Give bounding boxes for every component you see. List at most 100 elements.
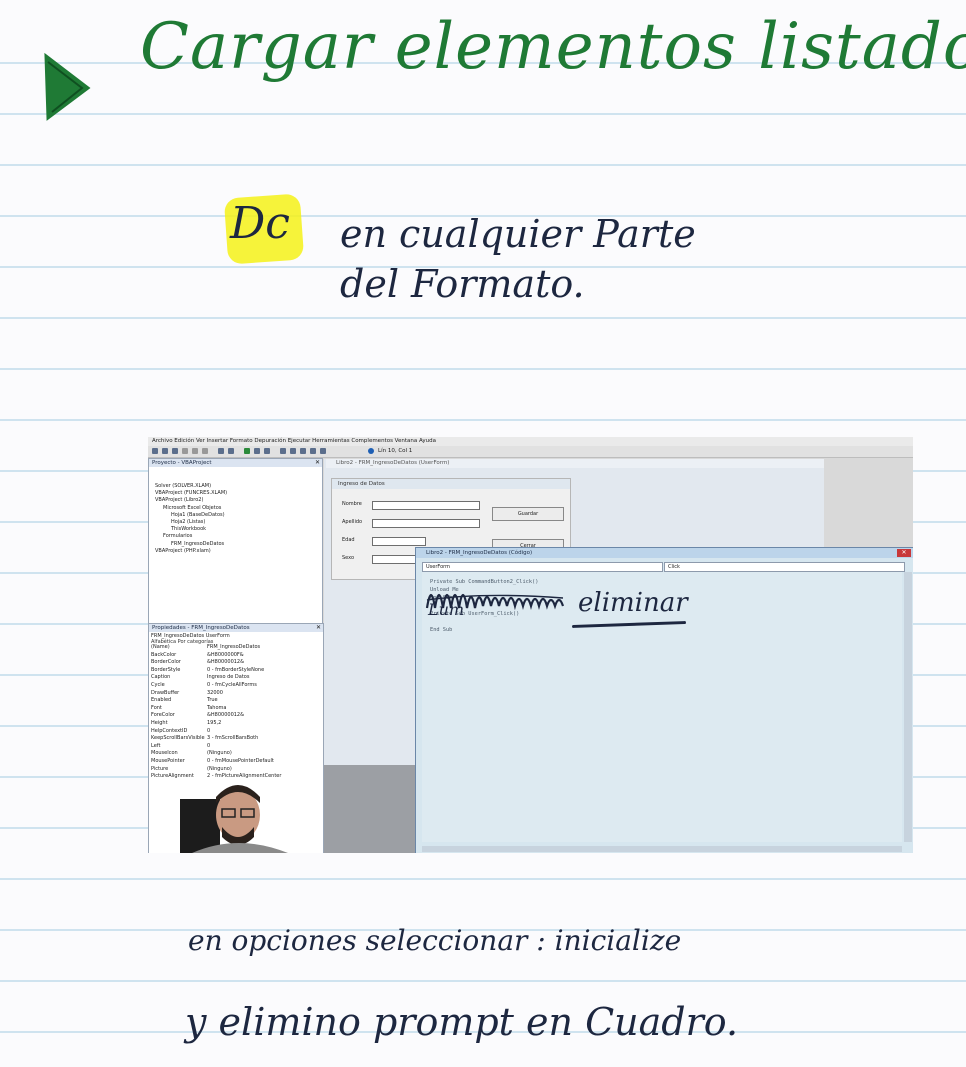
property-name: Height	[151, 719, 168, 726]
property-value[interactable]: &H80000012&	[207, 712, 244, 720]
close-icon[interactable]: ✕	[316, 624, 321, 632]
properties-icon[interactable]	[300, 448, 306, 454]
form-label: Apellido	[342, 519, 363, 525]
property-name: Enabled	[151, 697, 172, 704]
presenter-webcam	[180, 785, 288, 853]
object-combo[interactable]: UserForm	[422, 562, 663, 572]
property-name: BorderStyle	[151, 666, 181, 673]
property-row[interactable]: Caption Ingreso de Datos	[151, 674, 281, 682]
close-icon[interactable]: ✕	[897, 549, 911, 557]
property-value[interactable]: 0 - fmCycleAllForms	[207, 682, 257, 690]
apellido-textbox[interactable]	[372, 519, 480, 528]
property-row[interactable]: Left 0	[151, 743, 281, 751]
property-name: Caption	[151, 674, 171, 681]
property-name: MouseIcon	[151, 750, 178, 757]
property-value[interactable]: Tahoma	[207, 705, 226, 713]
note-line-1: en cualquier Parte	[340, 212, 696, 256]
property-row[interactable]: BorderColor &H80000012&	[151, 659, 281, 667]
editor-background	[324, 765, 416, 853]
property-name: Font	[151, 704, 162, 711]
tree-item[interactable]: Formularios	[155, 533, 227, 540]
close-icon[interactable]: ✕	[315, 459, 320, 467]
property-value[interactable]: 0 - fmBorderStyleNone	[207, 667, 264, 675]
cursor-position: Lín 10, Col 1	[378, 448, 413, 454]
property-row[interactable]: (Name) FRM_IngresoDeDatos	[151, 644, 281, 652]
arrow-bullet-icon	[44, 52, 91, 121]
property-row[interactable]: Font Tahoma	[151, 705, 281, 713]
property-value[interactable]: (Ninguno)	[207, 766, 232, 774]
tree-item[interactable]: Solver (SOLVER.XLAM)	[155, 483, 227, 490]
redo-icon[interactable]	[228, 448, 234, 454]
property-row[interactable]: MousePointer 0 - fmMousePointerDefault	[151, 758, 281, 766]
undo-icon[interactable]	[218, 448, 224, 454]
property-name: BorderColor	[151, 659, 181, 666]
designer-title: Libro2 - FRM_IngresoDeDatos (UserForm)	[326, 459, 824, 468]
property-value[interactable]: 195,2	[207, 720, 221, 728]
property-row[interactable]: DrawBuffer 32000	[151, 690, 281, 698]
property-name: Cycle	[151, 681, 165, 688]
save-icon[interactable]	[172, 448, 178, 454]
paste-icon[interactable]	[202, 448, 208, 454]
copy-icon[interactable]	[192, 448, 198, 454]
property-value[interactable]: 0	[207, 728, 210, 736]
property-name: KeepScrollBarsVisible	[151, 735, 205, 742]
excel-icon[interactable]	[152, 448, 158, 454]
note-line-2: del Formato.	[340, 262, 585, 306]
property-name: (Name)	[151, 644, 170, 650]
property-value[interactable]: (Ninguno)	[207, 750, 232, 758]
note-line-3: en opciones seleccionar : inicialize	[188, 924, 682, 957]
tree-item[interactable]: FRM_IngresoDeDatos	[155, 541, 227, 548]
help-icon[interactable]	[368, 448, 374, 454]
property-value[interactable]: 32000	[207, 690, 223, 698]
property-row[interactable]: BackColor &H8000000F&	[151, 652, 281, 660]
property-row[interactable]: HelpContextID 0	[151, 728, 281, 736]
tree-item[interactable]: Hoja1 (BaseDeDatos)	[155, 512, 227, 519]
property-row[interactable]: ForeColor &H80000012&	[151, 712, 281, 720]
property-value[interactable]: True	[207, 697, 218, 705]
property-row[interactable]: BorderStyle 0 - fmBorderStyleNone	[151, 667, 281, 675]
project-tree: Solver (SOLVER.XLAM) VBAProject (FUNCRES…	[155, 483, 227, 555]
property-value[interactable]: FRM_IngresoDeDatos	[207, 644, 260, 652]
overwrite-word: Lum	[428, 600, 465, 619]
tree-item[interactable]: VBAProject (PHP.xlam)	[155, 548, 227, 555]
tree-item[interactable]: VBAProject (Libro2)	[155, 497, 227, 504]
tree-item[interactable]: Microsoft Excel Objetos	[155, 505, 227, 512]
tree-item[interactable]: Hoja2 (Listas)	[155, 519, 227, 526]
project-explorer-icon[interactable]	[290, 448, 296, 454]
edad-textbox[interactable]	[372, 537, 426, 546]
code-line: End Sub	[430, 627, 453, 633]
property-row[interactable]: Cycle 0 - fmCycleAllForms	[151, 682, 281, 690]
guardar-button[interactable]: Guardar	[492, 507, 564, 521]
property-value[interactable]: 3 - fmScrollBarsBoth	[207, 735, 258, 743]
procedure-combo[interactable]: Click	[664, 562, 905, 572]
property-row[interactable]: Picture (Ninguno)	[151, 766, 281, 774]
property-row[interactable]: MouseIcon (Ninguno)	[151, 750, 281, 758]
tree-item[interactable]: ThisWorkbook	[155, 526, 227, 533]
project-explorer: Proyecto - VBAProject ✕ Solver (SOLVER.X…	[148, 458, 323, 625]
property-row[interactable]: KeepScrollBarsVisible 3 - fmScrollBarsBot…	[151, 735, 281, 743]
property-name: HelpContextID	[151, 727, 188, 734]
pause-icon[interactable]	[254, 448, 260, 454]
run-icon[interactable]	[244, 448, 250, 454]
form-label: Sexo	[342, 555, 355, 561]
insert-icon[interactable]	[162, 448, 168, 454]
object-browser-icon[interactable]	[310, 448, 316, 454]
toolbox-icon[interactable]	[320, 448, 326, 454]
property-value[interactable]: &H8000000F&	[207, 652, 244, 660]
property-value[interactable]: 0	[207, 743, 210, 751]
property-value[interactable]: Ingreso de Datos	[207, 674, 249, 682]
property-value[interactable]: 0 - fmMousePointerDefault	[207, 758, 274, 766]
highlighted-word: Dc	[230, 198, 290, 249]
cut-icon[interactable]	[182, 448, 188, 454]
note-line-4: y elimino prompt en Cuadro.	[185, 1000, 739, 1044]
vertical-scrollbar[interactable]	[904, 572, 912, 842]
stop-icon[interactable]	[264, 448, 270, 454]
property-value[interactable]: &H80000012&	[207, 659, 244, 667]
design-mode-icon[interactable]	[280, 448, 286, 454]
tree-item[interactable]: VBAProject (FUNCRES.XLAM)	[155, 490, 227, 497]
property-row[interactable]: Enabled True	[151, 697, 281, 705]
horizontal-scrollbar[interactable]	[422, 846, 902, 852]
property-row[interactable]: Height 195,2	[151, 720, 281, 728]
project-pane-title: Proyecto - VBAProject	[149, 459, 322, 467]
nombre-textbox[interactable]	[372, 501, 480, 510]
